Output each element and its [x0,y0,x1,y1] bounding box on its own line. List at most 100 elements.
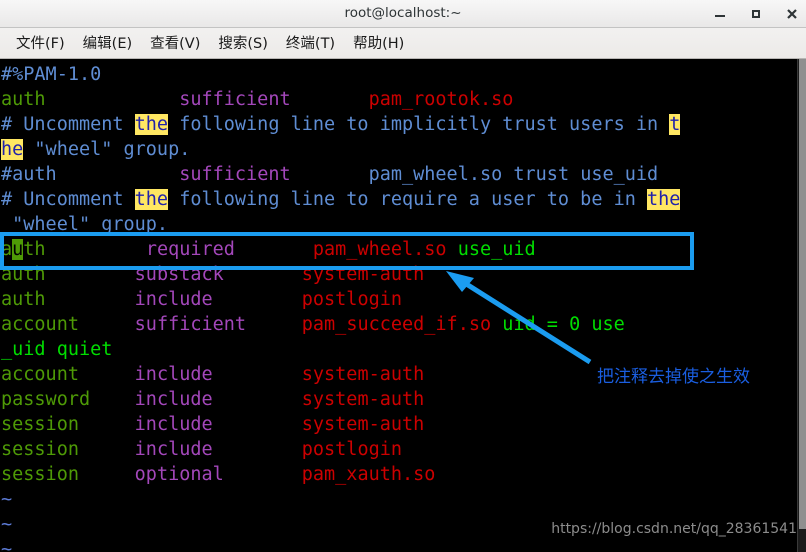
terminal-scrollbar[interactable] [797,59,806,552]
terminal-span [213,439,302,460]
minimize-button[interactable] [712,6,728,22]
terminal-span: postlogin [301,289,402,310]
terminal-span: u [12,239,24,260]
terminal-span [235,239,313,260]
terminal-span [46,89,180,110]
terminal-span: substack [134,264,224,285]
terminal-span: session [1,464,79,485]
terminal-line: # Uncomment the following line to requir… [1,187,681,212]
terminal-span: optional [134,464,224,485]
terminal-span: session [1,439,79,460]
menu-item-view[interactable]: 查看(V) [141,29,209,57]
terminal-span: following line to implicitly trust users… [168,114,670,135]
terminal-span: he [1,139,24,160]
terminal-span [291,164,369,185]
terminal-line: ~ [1,487,680,512]
terminal-span: # Uncomment [1,189,135,210]
terminal-span: postlogin [301,439,402,460]
terminal-line: # Uncomment the following line to implic… [1,112,681,137]
terminal-span [46,264,135,285]
terminal-line: password include system-auth [1,387,680,412]
terminal-span: system-auth [301,364,425,385]
scrollbar-thumb[interactable] [799,59,806,529]
terminal-line: auth include postlogin [1,287,680,312]
terminal-span: include [134,289,213,310]
terminal-span: th [23,239,46,260]
terminal-span [224,264,302,285]
terminal-window: root@localhost:~ 文件(F) 编辑(E) 查看(V) 搜索(S)… [0,0,806,552]
terminal-span [90,389,135,410]
terminal-line: #%PAM-1.0 [1,62,680,87]
window-title: root@localhost:~ [344,5,462,21]
terminal-span: pam_wheel.so trust use_uid [368,164,659,185]
terminal-span: the [134,114,169,135]
terminal-span: ~ [1,514,13,535]
terminal-line: auth sufficient pam_rootok.so [1,87,680,112]
terminal-line: ~ [1,537,680,552]
menu-item-search[interactable]: 搜索(S) [209,29,277,57]
terminal-span: #%PAM-1.0 [1,64,102,85]
terminal-span: system-auth [301,414,425,435]
terminal-span [79,439,135,460]
menu-item-terminal[interactable]: 终端(T) [277,29,344,57]
terminal-line: auth required pam_wheel.so use_uid [1,237,680,262]
terminal-span [46,289,135,310]
terminal-span: include [134,439,213,460]
menu-item-edit[interactable]: 编辑(E) [74,29,141,57]
menu-item-help[interactable]: 帮助(H) [344,29,413,57]
terminal-span: account [1,314,79,335]
close-button[interactable] [784,6,800,22]
terminal-line: account sufficient pam_succeed_if.so uid… [1,312,680,337]
terminal-span: pam_xauth.so [301,464,436,485]
terminal-span: sufficient [179,89,291,110]
terminal-span: auth [1,89,46,110]
terminal-line: session include system-auth [1,412,680,437]
terminal-span [213,389,302,410]
terminal-span: system-auth [301,264,425,285]
terminal-span [79,314,135,335]
terminal-span: include [134,414,213,435]
terminal-line: account include system-auth [1,362,680,387]
terminal-span: system-auth [301,389,425,410]
terminal-span: "wheel" group. [23,139,191,160]
terminal-span [79,464,135,485]
terminal-span [213,289,302,310]
terminal-span: #auth [1,164,57,185]
terminal-span: use_uid [457,239,536,260]
terminal-body[interactable]: #%PAM-1.0 auth sufficient pam_rootok.so # … [0,59,806,552]
menu-bar: 文件(F) 编辑(E) 查看(V) 搜索(S) 终端(T) 帮助(H) [0,28,806,59]
terminal-span [79,364,135,385]
terminal-span: include [134,389,213,410]
terminal-span: pam_succeed_if.so [301,314,503,335]
terminal-span: pam_wheel.so [312,239,458,260]
terminal-span [79,414,135,435]
terminal-line: auth substack system-auth [1,262,680,287]
terminal-span: "wheel" group. [1,214,169,235]
terminal-span [291,89,369,110]
terminal-span [57,164,180,185]
terminal-line: he "wheel" group. [1,137,680,162]
terminal-line: #auth sufficient pam_wheel.so trust use_… [1,162,680,187]
menu-item-file[interactable]: 文件(F) [7,29,74,57]
terminal-span: account [1,364,79,385]
terminal-span: required [145,239,235,260]
terminal-span [246,314,302,335]
terminal-span: session [1,414,79,435]
terminal-span: the [134,189,169,210]
terminal-span: the [647,189,681,210]
terminal-span: t [669,114,681,135]
terminal-span: a [1,239,13,260]
terminal-span [213,414,302,435]
terminal-span: auth [1,264,46,285]
terminal-span [213,364,302,385]
terminal-line: session include postlogin [1,437,680,462]
terminal-span: password [1,389,91,410]
terminal-span: auth [1,289,46,310]
terminal-line: ~ [1,512,680,537]
maximize-button[interactable] [748,6,764,22]
terminal-span: # Uncomment [1,114,135,135]
terminal-span: _uid quiet [1,339,113,360]
terminal-line: session optional pam_xauth.so [1,462,680,487]
title-bar: root@localhost:~ [0,0,806,28]
terminal-line: "wheel" group. [1,212,680,237]
